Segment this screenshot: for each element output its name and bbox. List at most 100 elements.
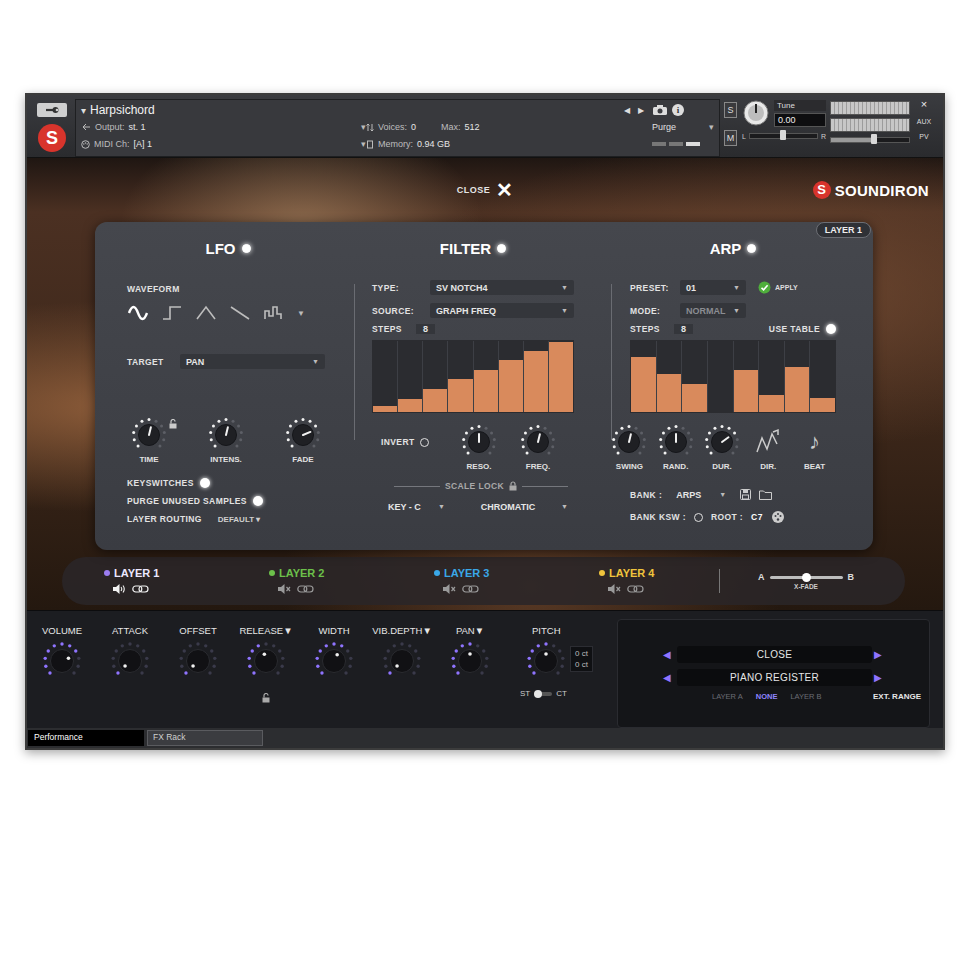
layer-tab[interactable]: LAYER 2 <box>269 567 434 595</box>
settings-button[interactable] <box>37 103 67 117</box>
mode-dropdown[interactable]: NORMAL▼ <box>680 303 746 318</box>
apply-button[interactable]: APPLY <box>758 281 798 294</box>
register-option[interactable]: LAYER B <box>790 692 821 701</box>
step-bar[interactable] <box>810 341 835 412</box>
control-knob[interactable]: OFFSET <box>164 625 232 728</box>
root-value[interactable]: C7 <box>751 512 763 522</box>
knob[interactable] <box>461 424 497 460</box>
control-knob[interactable]: PAN▼ <box>436 625 504 728</box>
link-icon[interactable] <box>297 584 314 594</box>
knob[interactable] <box>42 641 82 681</box>
filter-steps[interactable]: 8 <box>416 324 435 334</box>
triangle-wave-icon[interactable] <box>195 304 217 322</box>
knob[interactable] <box>246 641 286 681</box>
output-dropdown[interactable]: ▾ <box>361 122 366 132</box>
control-knob[interactable]: WIDTH <box>300 625 368 728</box>
speaker-icon[interactable] <box>112 583 126 595</box>
use-table-toggle[interactable]: USE TABLE <box>769 324 836 334</box>
control-knob[interactable]: RELEASE▼ <box>232 625 300 728</box>
layer-tab[interactable]: LAYER 3 <box>434 567 599 595</box>
step-bar[interactable] <box>423 341 448 412</box>
knob[interactable] <box>110 641 150 681</box>
invert-toggle[interactable]: INVERT <box>372 424 442 460</box>
step-bar[interactable] <box>474 341 499 412</box>
ext-range-button[interactable]: EXT. RANGE <box>873 692 921 701</box>
mute-button[interactable]: M <box>724 130 737 146</box>
step-bar[interactable] <box>657 341 683 412</box>
tune-value[interactable]: 0.00 <box>774 113 826 127</box>
link-icon[interactable] <box>132 584 149 594</box>
layer-tab[interactable]: LAYER 1 <box>104 567 269 595</box>
speaker-muted-icon[interactable] <box>277 583 291 595</box>
knob[interactable] <box>208 417 244 453</box>
register-option[interactable]: LAYER A <box>712 692 743 701</box>
knob[interactable] <box>658 424 694 460</box>
knob[interactable] <box>704 424 740 460</box>
layer-tab[interactable]: LAYER 4 <box>599 567 719 595</box>
arp-steps[interactable]: 8 <box>674 324 693 334</box>
random-wave-icon[interactable] <box>263 304 285 322</box>
solo-button[interactable]: S <box>724 102 737 118</box>
nav-arrow[interactable]: ▶ <box>638 106 644 115</box>
bank-dropdown[interactable]: ARPS▼ <box>670 487 732 502</box>
knob[interactable] <box>314 641 354 681</box>
aux-button[interactable]: AUX <box>917 118 931 125</box>
control-knob[interactable]: ATTACK <box>96 625 164 728</box>
beat-button[interactable]: ♪BEAT <box>793 424 836 471</box>
next-button[interactable]: ▶ <box>874 649 886 660</box>
knob[interactable] <box>611 424 647 460</box>
register-field[interactable]: CLOSE <box>677 646 872 663</box>
control-knob[interactable]: VIB.DEPTH▼ <box>368 625 436 728</box>
link-icon[interactable] <box>627 584 644 594</box>
knob[interactable] <box>285 417 321 453</box>
link-icon[interactable] <box>462 584 479 594</box>
volume-slider[interactable] <box>830 135 910 145</box>
nav-arrow[interactable]: ◀ <box>624 106 630 115</box>
purge-menu[interactable]: Purge <box>652 122 676 132</box>
step-bar[interactable] <box>785 341 811 412</box>
step-bar[interactable] <box>373 341 398 412</box>
arp-title[interactable]: ARP <box>630 238 836 258</box>
step-bar[interactable] <box>631 341 657 412</box>
target-dropdown[interactable]: PAN▼ <box>180 354 325 369</box>
pv-button[interactable]: PV <box>919 133 928 140</box>
step-bar[interactable] <box>448 341 473 412</box>
release-lock-icon[interactable] <box>262 693 270 703</box>
register-option[interactable]: NONE <box>756 692 778 701</box>
knob[interactable] <box>131 417 167 453</box>
toggle-row[interactable]: PURGE UNUSED SAMPLES <box>127 492 329 510</box>
filter-type-dropdown[interactable]: SV NOTCH4▼ <box>430 280 574 295</box>
waveform-menu[interactable]: ▼ <box>297 309 305 318</box>
info-button[interactable]: i <box>672 104 684 116</box>
knob[interactable] <box>178 641 218 681</box>
step-bar[interactable] <box>549 341 573 412</box>
knob[interactable] <box>382 641 422 681</box>
layer-routing-dropdown[interactable]: DEFAULT ▾ <box>218 515 261 524</box>
step-bar[interactable] <box>398 341 423 412</box>
root-learn-icon[interactable] <box>771 510 785 524</box>
scale-dropdown[interactable]: CHROMATIC▼ <box>475 499 574 514</box>
knob[interactable] <box>520 424 556 460</box>
pitch-readouts[interactable]: 0 ct0 ct <box>570 646 593 672</box>
step-bar[interactable] <box>708 341 734 412</box>
tab[interactable]: FX Rack <box>147 730 263 746</box>
direction-button[interactable]: DIR. <box>747 424 790 471</box>
instrument-menu[interactable]: ▾ <box>81 105 86 116</box>
semitone-cent-switch[interactable]: STCT <box>520 689 567 698</box>
speaker-muted-icon[interactable] <box>607 583 621 595</box>
preset-dropdown[interactable]: 01▼ <box>680 280 746 295</box>
pan-slider[interactable]: LR <box>742 131 826 141</box>
scale-lock-icon[interactable] <box>509 481 517 491</box>
folder-icon[interactable] <box>759 489 772 500</box>
register-field[interactable]: PIANO REGISTER <box>677 669 872 686</box>
step-bar[interactable] <box>524 341 549 412</box>
square-wave-icon[interactable] <box>161 304 183 322</box>
next-button[interactable]: ▶ <box>874 672 886 683</box>
step-bar[interactable] <box>759 341 785 412</box>
pitch-knob[interactable] <box>526 641 566 681</box>
step-bar[interactable] <box>682 341 708 412</box>
step-bar[interactable] <box>499 341 524 412</box>
key-dropdown[interactable]: KEY - C▼ <box>382 499 451 514</box>
speaker-muted-icon[interactable] <box>442 583 456 595</box>
crossfade-slider[interactable]: ABX-FADE <box>758 572 854 590</box>
